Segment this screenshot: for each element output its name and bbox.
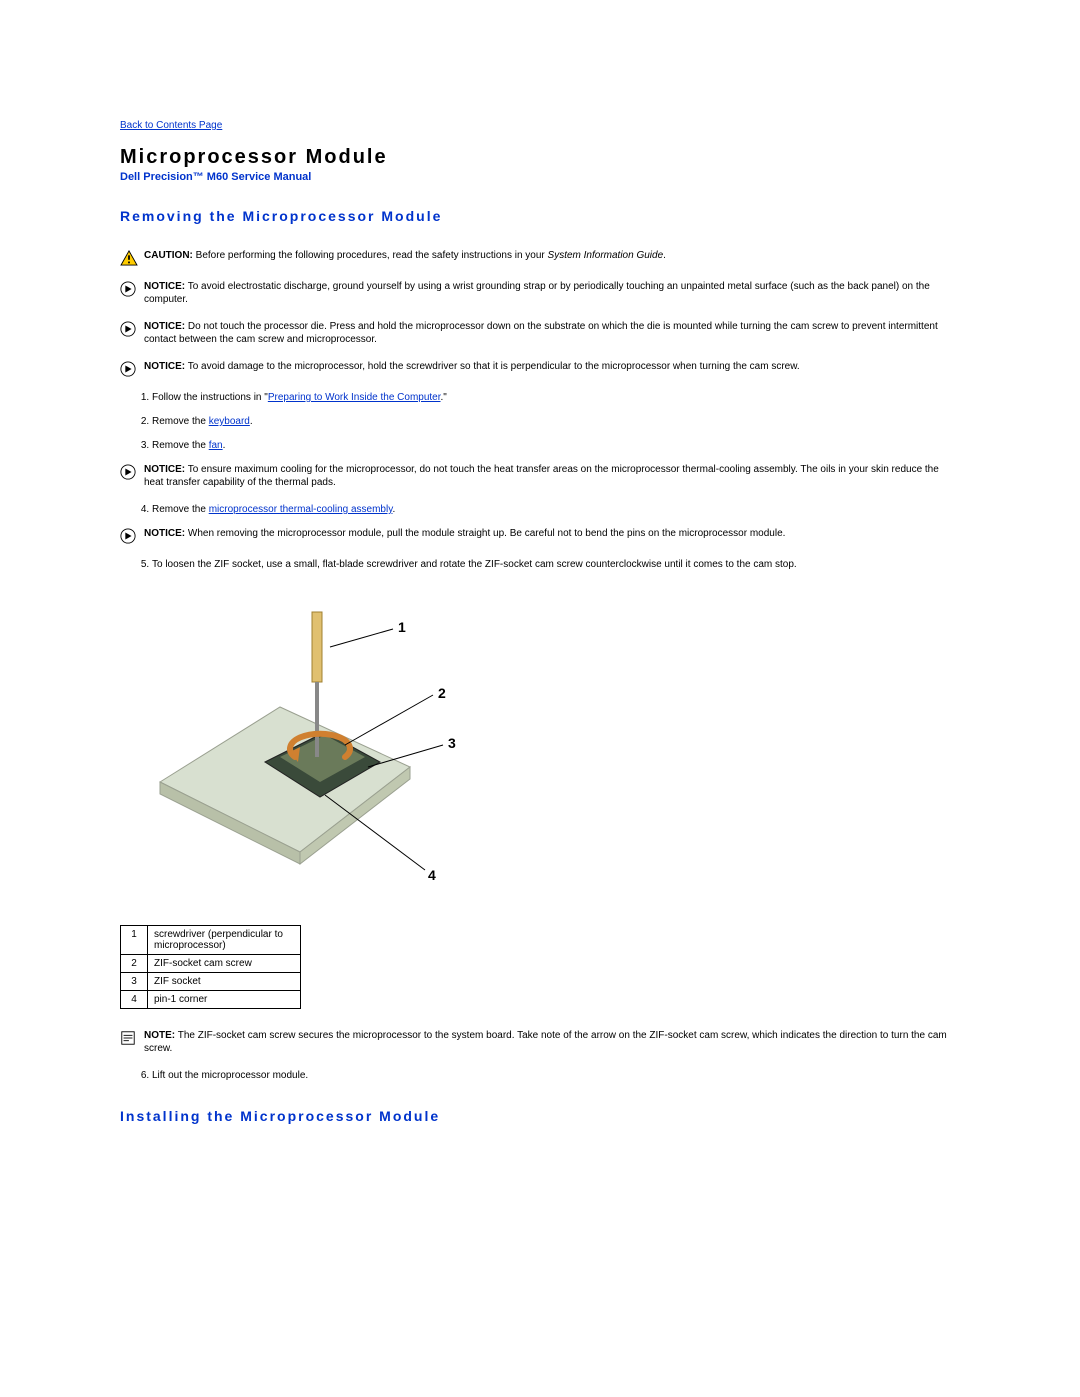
parts-table: 1screwdriver (perpendicular to microproc…: [120, 925, 301, 1009]
notice-row: NOTICE: When removing the microprocessor…: [120, 527, 960, 544]
page-title: Microprocessor Module: [120, 146, 960, 169]
section-installing-title: Installing the Microprocessor Module: [120, 1108, 960, 1124]
step-6: Lift out the microprocessor module.: [152, 1069, 960, 1083]
callout-1: 1: [398, 619, 406, 635]
notice-row: NOTICE: To avoid electrostatic discharge…: [120, 280, 960, 306]
notice-row: NOTICE: To avoid damage to the microproc…: [120, 360, 960, 377]
notice-icon: [120, 321, 138, 337]
note-row: NOTE: The ZIF-socket cam screw secures t…: [120, 1029, 960, 1055]
notice-icon: [120, 528, 138, 544]
section-removing-title: Removing the Microprocessor Module: [120, 208, 960, 224]
notice-text: NOTICE: To ensure maximum cooling for th…: [144, 463, 960, 489]
notice-text: NOTICE: Do not touch the processor die. …: [144, 320, 960, 346]
caution-row: CAUTION: Before performing the following…: [120, 249, 960, 266]
table-row: 1screwdriver (perpendicular to microproc…: [121, 926, 301, 955]
link-fan[interactable]: fan: [209, 440, 223, 451]
document-subtitle: Dell Precision™ M60 Service Manual: [120, 171, 960, 183]
callout-2: 2: [438, 685, 446, 701]
link-thermal-cooling-assembly[interactable]: microprocessor thermal-cooling assembly: [209, 504, 393, 515]
step-2: Remove the keyboard.: [152, 415, 960, 429]
step-3: Remove the fan.: [152, 439, 960, 453]
callout-4: 4: [428, 867, 436, 883]
notice-text: NOTICE: To avoid damage to the microproc…: [144, 360, 960, 373]
notice-row: NOTICE: To ensure maximum cooling for th…: [120, 463, 960, 489]
step-4: Remove the microprocessor thermal-coolin…: [152, 503, 960, 517]
notice-text: NOTICE: To avoid electrostatic discharge…: [144, 280, 960, 306]
callout-3: 3: [448, 735, 456, 751]
step-5: To loosen the ZIF socket, use a small, f…: [152, 558, 960, 572]
link-keyboard[interactable]: keyboard: [209, 416, 250, 427]
figure-zif-socket: 1 2 3 4: [150, 602, 960, 895]
notice-icon: [120, 281, 138, 297]
caution-icon: [120, 250, 138, 266]
table-row: 2ZIF-socket cam screw: [121, 955, 301, 973]
step-1: Follow the instructions in "Preparing to…: [152, 391, 960, 405]
back-to-contents-link[interactable]: Back to Contents Page: [120, 120, 222, 131]
notice-text: NOTICE: When removing the microprocessor…: [144, 527, 960, 540]
note-icon: [120, 1030, 138, 1046]
notice-icon: [120, 361, 138, 377]
table-row: 3ZIF socket: [121, 973, 301, 991]
notice-row: NOTICE: Do not touch the processor die. …: [120, 320, 960, 346]
note-text: NOTE: The ZIF-socket cam screw secures t…: [144, 1029, 960, 1055]
link-preparing-to-work[interactable]: Preparing to Work Inside the Computer: [268, 392, 441, 403]
notice-icon: [120, 464, 138, 480]
table-row: 4pin-1 corner: [121, 991, 301, 1009]
caution-text: CAUTION: Before performing the following…: [144, 249, 960, 262]
